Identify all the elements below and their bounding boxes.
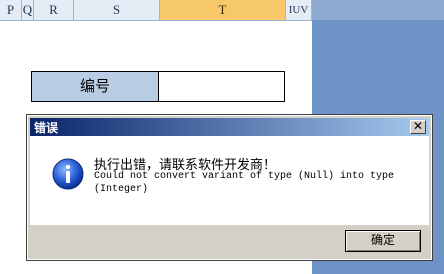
column-header-p[interactable]: P	[0, 0, 22, 20]
id-value-cell[interactable]	[159, 71, 285, 102]
column-header-t[interactable]: T	[160, 0, 286, 20]
column-header-s[interactable]: S	[74, 0, 160, 20]
ok-button[interactable]: 确定	[345, 230, 421, 252]
dialog-titlebar[interactable]: 错误 ✕	[30, 118, 429, 136]
info-icon	[52, 158, 84, 190]
workspace-header-strip	[312, 0, 444, 20]
close-icon: ✕	[412, 119, 424, 133]
column-header-q[interactable]: Q	[22, 0, 34, 20]
column-header-iuv[interactable]: IUV	[286, 0, 312, 20]
dialog-title: 错误	[34, 121, 59, 135]
error-dialog: 错误 ✕ 执行出错，请联系软件开发商！ Could not convert va…	[26, 114, 433, 261]
close-button[interactable]: ✕	[410, 120, 426, 134]
column-header-row: P Q R S T IUV	[0, 0, 312, 21]
error-detail: Could not convert variant of type (Null)…	[94, 171, 395, 195]
id-label-cell[interactable]: 编号	[31, 71, 159, 102]
dialog-body: 执行出错，请联系软件开发商！ Could not convert variant…	[30, 136, 429, 225]
column-header-r[interactable]: R	[34, 0, 74, 20]
